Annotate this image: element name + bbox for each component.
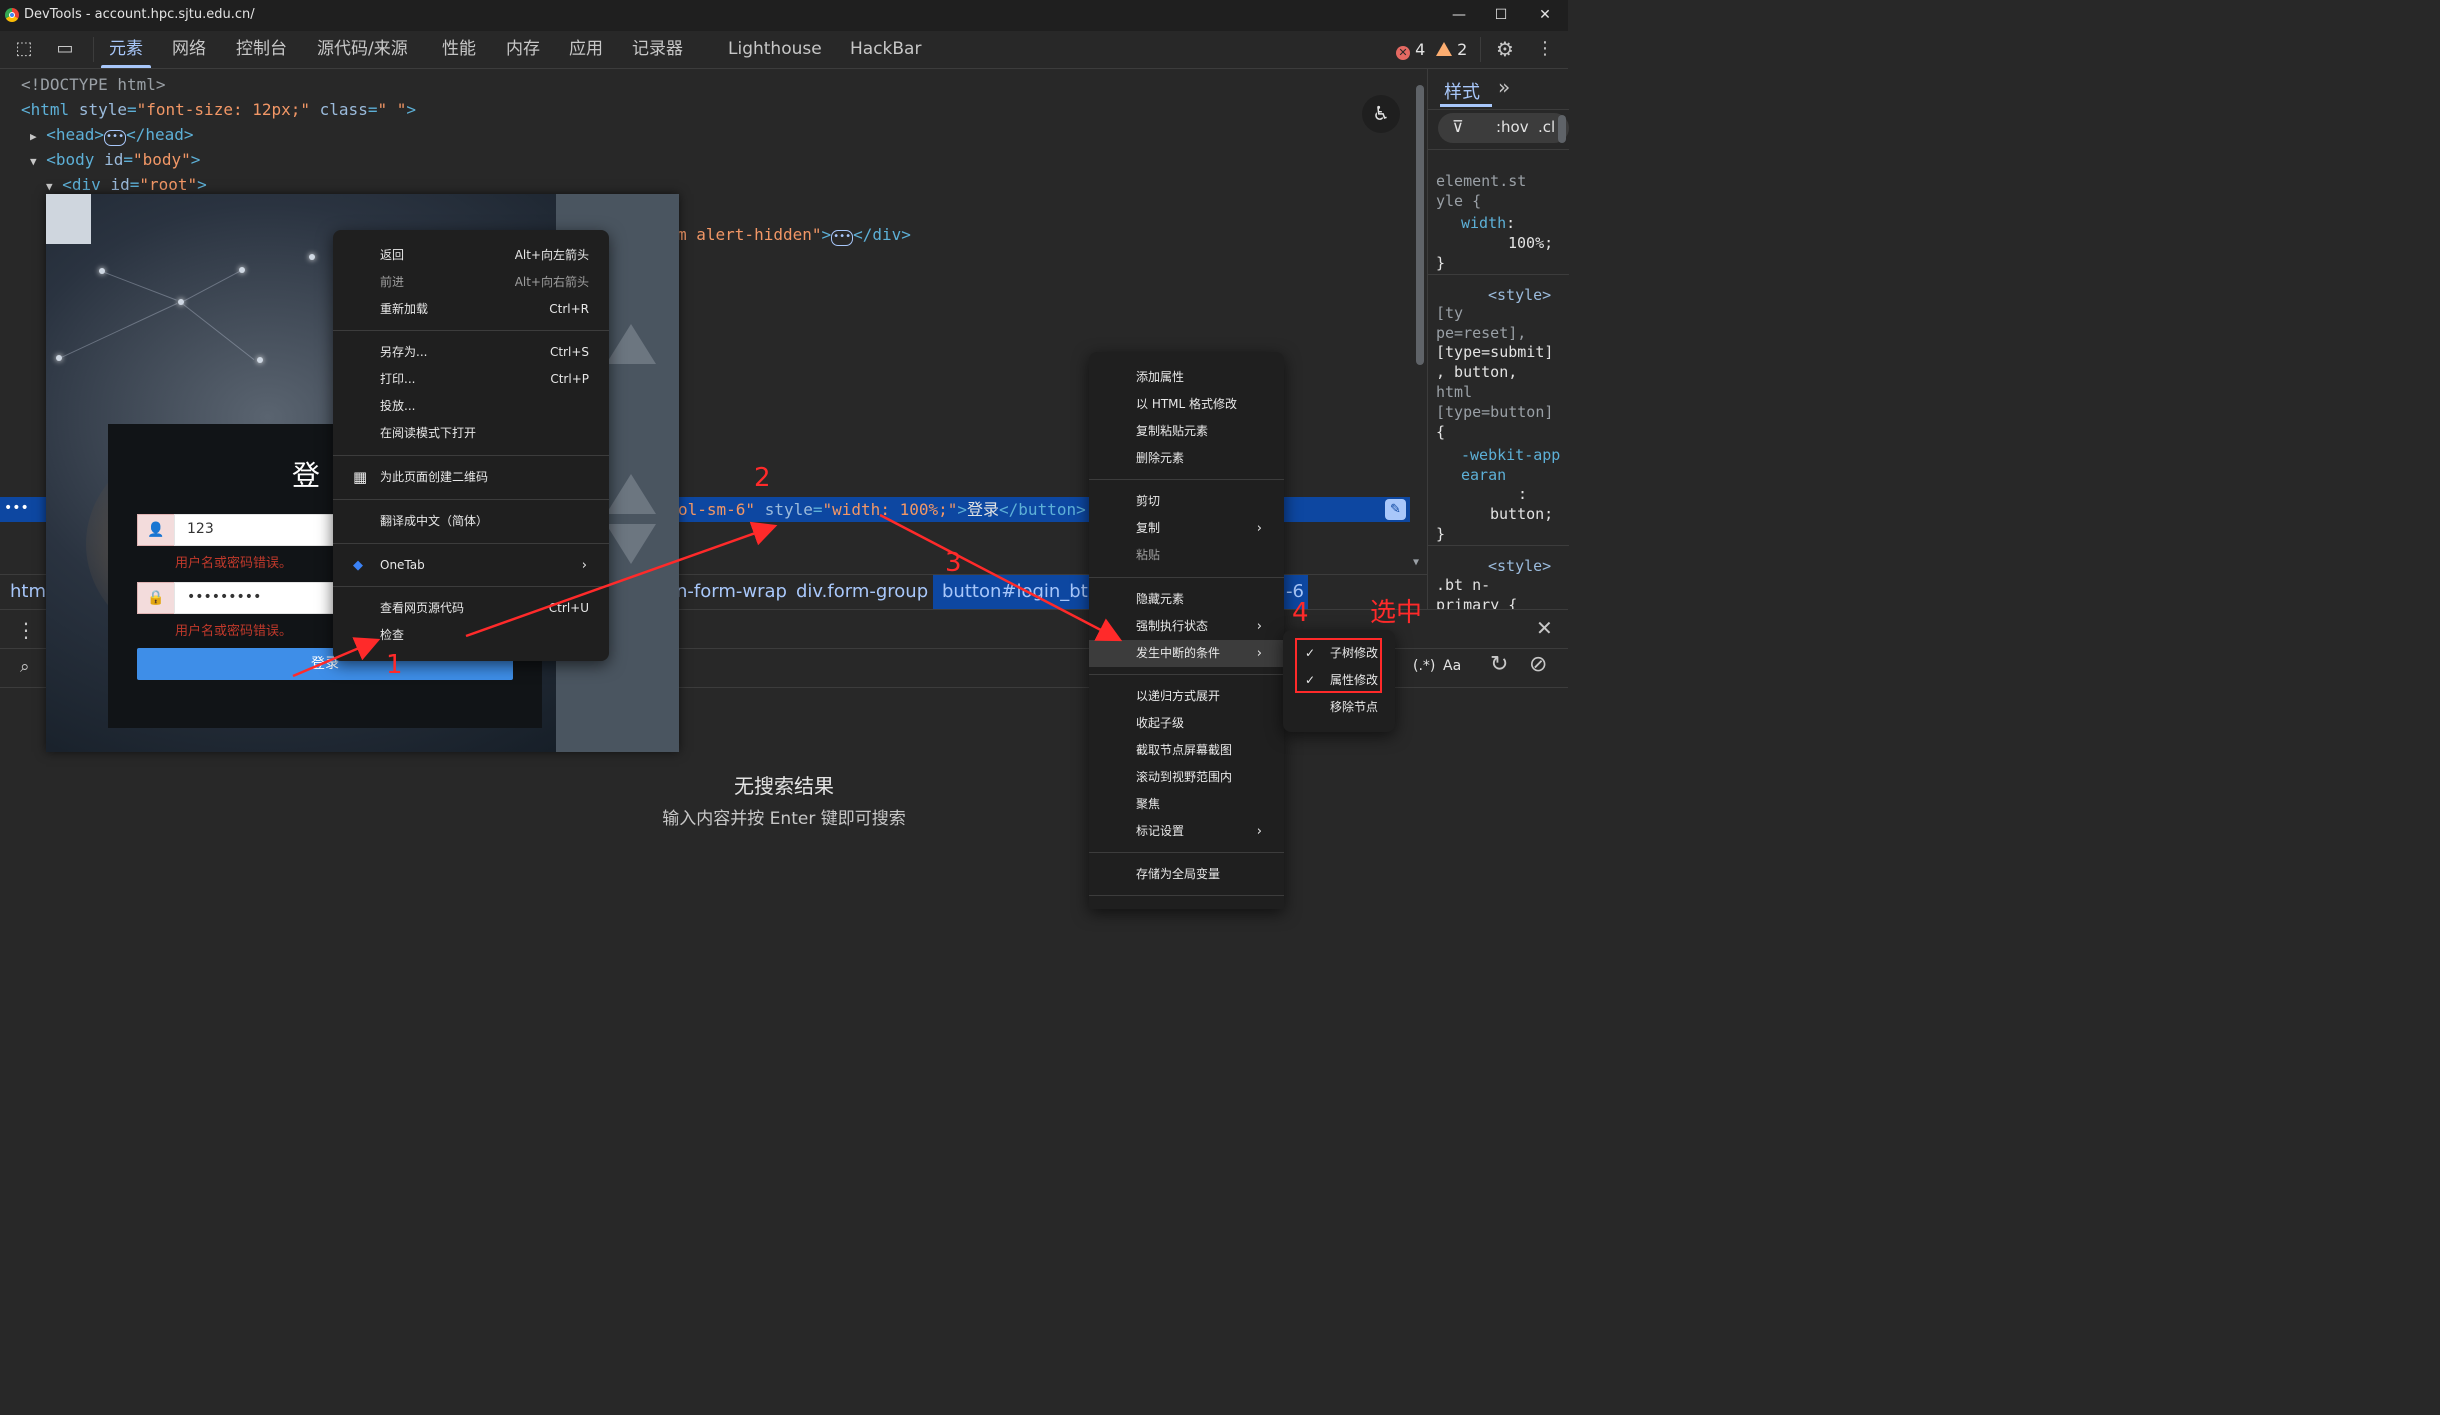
annotation-arrows	[292, 513, 1123, 678]
annotation-arrow-3	[879, 513, 1123, 642]
annotation-step-2: 2	[754, 463, 771, 493]
annotation-select-label: 选中	[1370, 598, 1423, 628]
annotation-step-1: 1	[386, 650, 403, 680]
annotation-arrow-1	[292, 637, 381, 678]
annotation-arrow-2	[465, 521, 778, 638]
annotation-step-4: 4	[1292, 598, 1309, 628]
annotation-step-3: 3	[945, 548, 962, 578]
